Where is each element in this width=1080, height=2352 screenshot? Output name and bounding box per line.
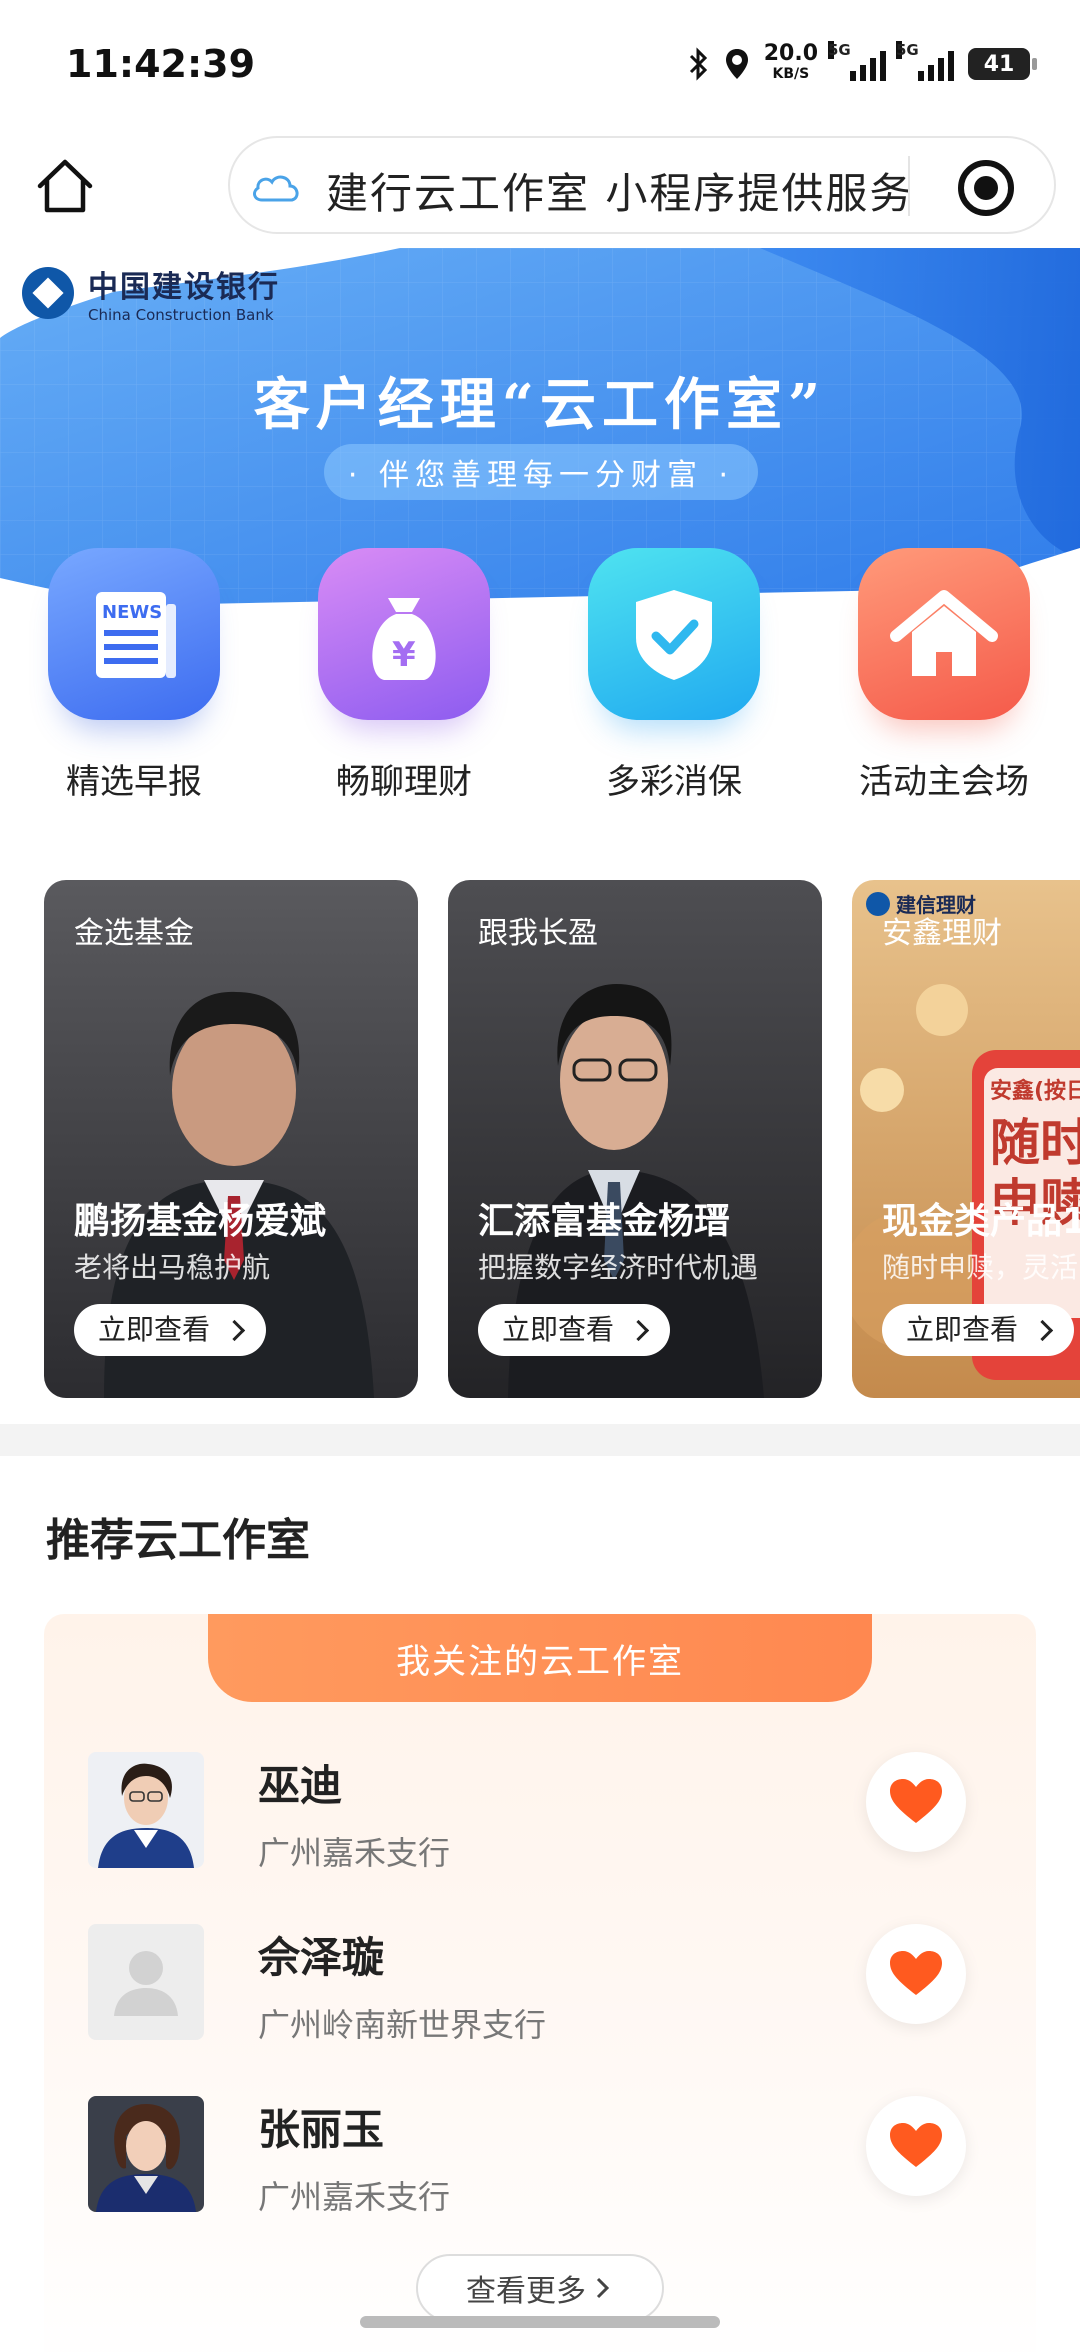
status-icons: 20.0 KB/S 5G 5G 41 [688, 41, 1037, 84]
banner-title: 客户经理“云工作室” [253, 372, 827, 438]
mini-program-capsule: 建行云工作室 小程序提供服务 [228, 136, 1056, 234]
card-tag: 金选基金 [74, 916, 194, 951]
action-wealth-chat[interactable]: ¥ 畅聊理财 [294, 548, 514, 803]
ccb-logo-cn: 中国建设银行 [88, 270, 280, 305]
home-indicator[interactable] [360, 2316, 720, 2328]
card-title: 现金类产品1 [882, 1201, 1080, 1242]
net-speed-unit: KB/S [772, 66, 810, 82]
banner-subtitle: · 伴您善理每一分财富 · [324, 444, 758, 500]
person-name: 巫迪 [258, 1761, 343, 1810]
card-tag: 安鑫理财 [882, 916, 1002, 951]
nav-bar: 建行云工作室 小程序提供服务 [0, 130, 1080, 248]
poster-subtitle: 安鑫(按日) [990, 1078, 1080, 1104]
person-name: 佘泽璇 [258, 1933, 385, 1982]
svg-text:NEWS: NEWS [102, 602, 162, 623]
list-item[interactable]: 佘泽璇 广州岭南新世界支行 [44, 1924, 1036, 2096]
news-icon: NEWS [48, 548, 220, 720]
followed-studios-header: 我关注的云工作室 [208, 1614, 872, 1702]
person-branch: 广州嘉禾支行 [258, 1834, 451, 1872]
signal-icon-1: 5G [828, 41, 886, 81]
follow-heart-button[interactable] [866, 1752, 966, 1852]
person-branch: 广州嘉禾支行 [258, 2178, 451, 2216]
view-now-button[interactable]: 立即查看 [882, 1304, 1075, 1356]
view-more-button[interactable]: 查看更多 [416, 2254, 664, 2322]
action-label: 多彩消保 [606, 762, 742, 802]
money-bag-icon: ¥ [318, 548, 490, 720]
avatar-placeholder [88, 1924, 204, 2040]
chevron-right-icon [596, 2277, 610, 2299]
card-desc: 把握数字经济时代机遇 [478, 1251, 759, 1284]
avatar [88, 2096, 204, 2212]
avatar [88, 1752, 204, 1868]
capsule-divider [908, 156, 910, 216]
heart-icon [890, 2123, 942, 2167]
action-label: 活动主会场 [859, 762, 1029, 802]
sim1-label: 5G [828, 41, 851, 59]
fund-card-2[interactable]: 跟我长盈 汇添富基金杨瑨 把握数字经济时代机遇 立即查看 [448, 880, 822, 1398]
quick-actions: NEWS 精选早报 ¥ 畅聊理财 多彩消保 活动主会场 [0, 548, 1080, 818]
sim2-label: 5G [896, 41, 919, 59]
cloud-icon [253, 175, 299, 202]
card-title: 汇添富基金杨瑨 [478, 1201, 731, 1242]
recommended-section-title: 推荐云工作室 [46, 1515, 310, 1566]
home-button[interactable] [30, 152, 100, 222]
feature-cards: 金选基金 鹏扬基金杨爱斌 老将出马稳护航 立即查看 跟我长盈 汇添富基金杨瑨 把… [0, 880, 1080, 1400]
card-tag: 跟我长盈 [478, 916, 598, 951]
card-desc: 随时申赎，灵活 [882, 1251, 1079, 1284]
view-more-label: 查看更多 [466, 2274, 586, 2309]
fund-card-3[interactable]: 安鑫(按日) 随时 申赎 建信理财 安鑫理财 现金类产品1 随时申赎，灵活 立即… [852, 880, 1080, 1398]
service-provider-text: 建行云工作室 小程序提供服务 [326, 169, 914, 218]
ccb-logo-mark [22, 267, 74, 319]
ccb-logo: 中国建设银行 China Construction Bank [22, 262, 280, 324]
person-name: 张丽玉 [258, 2105, 385, 2154]
signal-icon-2: 5G [896, 41, 954, 81]
heart-icon [890, 1951, 942, 1995]
person-branch: 广州岭南新世界支行 [258, 2006, 547, 2044]
net-speed-value: 20.0 [763, 41, 818, 66]
action-main-venue[interactable]: 活动主会场 [834, 548, 1054, 803]
action-label: 精选早报 [66, 762, 202, 802]
ccb-logo-en: China Construction Bank [88, 306, 274, 324]
fund-card-1[interactable]: 金选基金 鹏扬基金杨爱斌 老将出马稳护航 立即查看 [44, 880, 418, 1398]
app-root: 11:42:39 20.0 KB/S 5G 5G 41 建行云工作室 小程序提供… [0, 0, 1080, 2352]
follow-heart-button[interactable] [866, 1924, 966, 2024]
view-now-button[interactable]: 立即查看 [74, 1304, 267, 1356]
view-now-button[interactable]: 立即查看 [478, 1304, 671, 1356]
followed-studios-panel: 我关注的云工作室 巫迪 广州嘉禾支行 佘泽璇 广州岭南新世界支行 张丽玉 广州嘉… [44, 1614, 1036, 2352]
shield-check-icon [588, 548, 760, 720]
poster-line-1: 随时 [990, 1114, 1080, 1172]
card-desc: 老将出马稳护航 [74, 1251, 271, 1284]
battery-icon: 41 [968, 48, 1037, 80]
home-icon [37, 159, 93, 213]
heart-icon [890, 1779, 942, 1823]
status-time: 11:42:39 [66, 42, 256, 86]
follow-heart-button[interactable] [866, 2096, 966, 2196]
location-icon [725, 49, 748, 79]
svg-text:¥: ¥ [392, 635, 416, 675]
status-bar: 11:42:39 20.0 KB/S 5G 5G 41 [0, 0, 1080, 130]
target-icon[interactable] [958, 160, 1014, 216]
battery-level: 41 [983, 51, 1015, 77]
card-title: 鹏扬基金杨爱斌 [74, 1201, 327, 1242]
bluetooth-icon [689, 47, 707, 81]
house-icon [858, 548, 1030, 720]
list-item[interactable]: 张丽玉 广州嘉禾支行 [44, 2096, 1036, 2268]
action-morning-news[interactable]: NEWS 精选早报 [24, 548, 244, 803]
section-divider [0, 1424, 1080, 1456]
action-label: 畅聊理财 [336, 762, 472, 802]
action-consumer-protection[interactable]: 多彩消保 [564, 548, 784, 803]
list-item[interactable]: 巫迪 广州嘉禾支行 [44, 1752, 1036, 1924]
net-speed: 20.0 KB/S [763, 41, 818, 84]
